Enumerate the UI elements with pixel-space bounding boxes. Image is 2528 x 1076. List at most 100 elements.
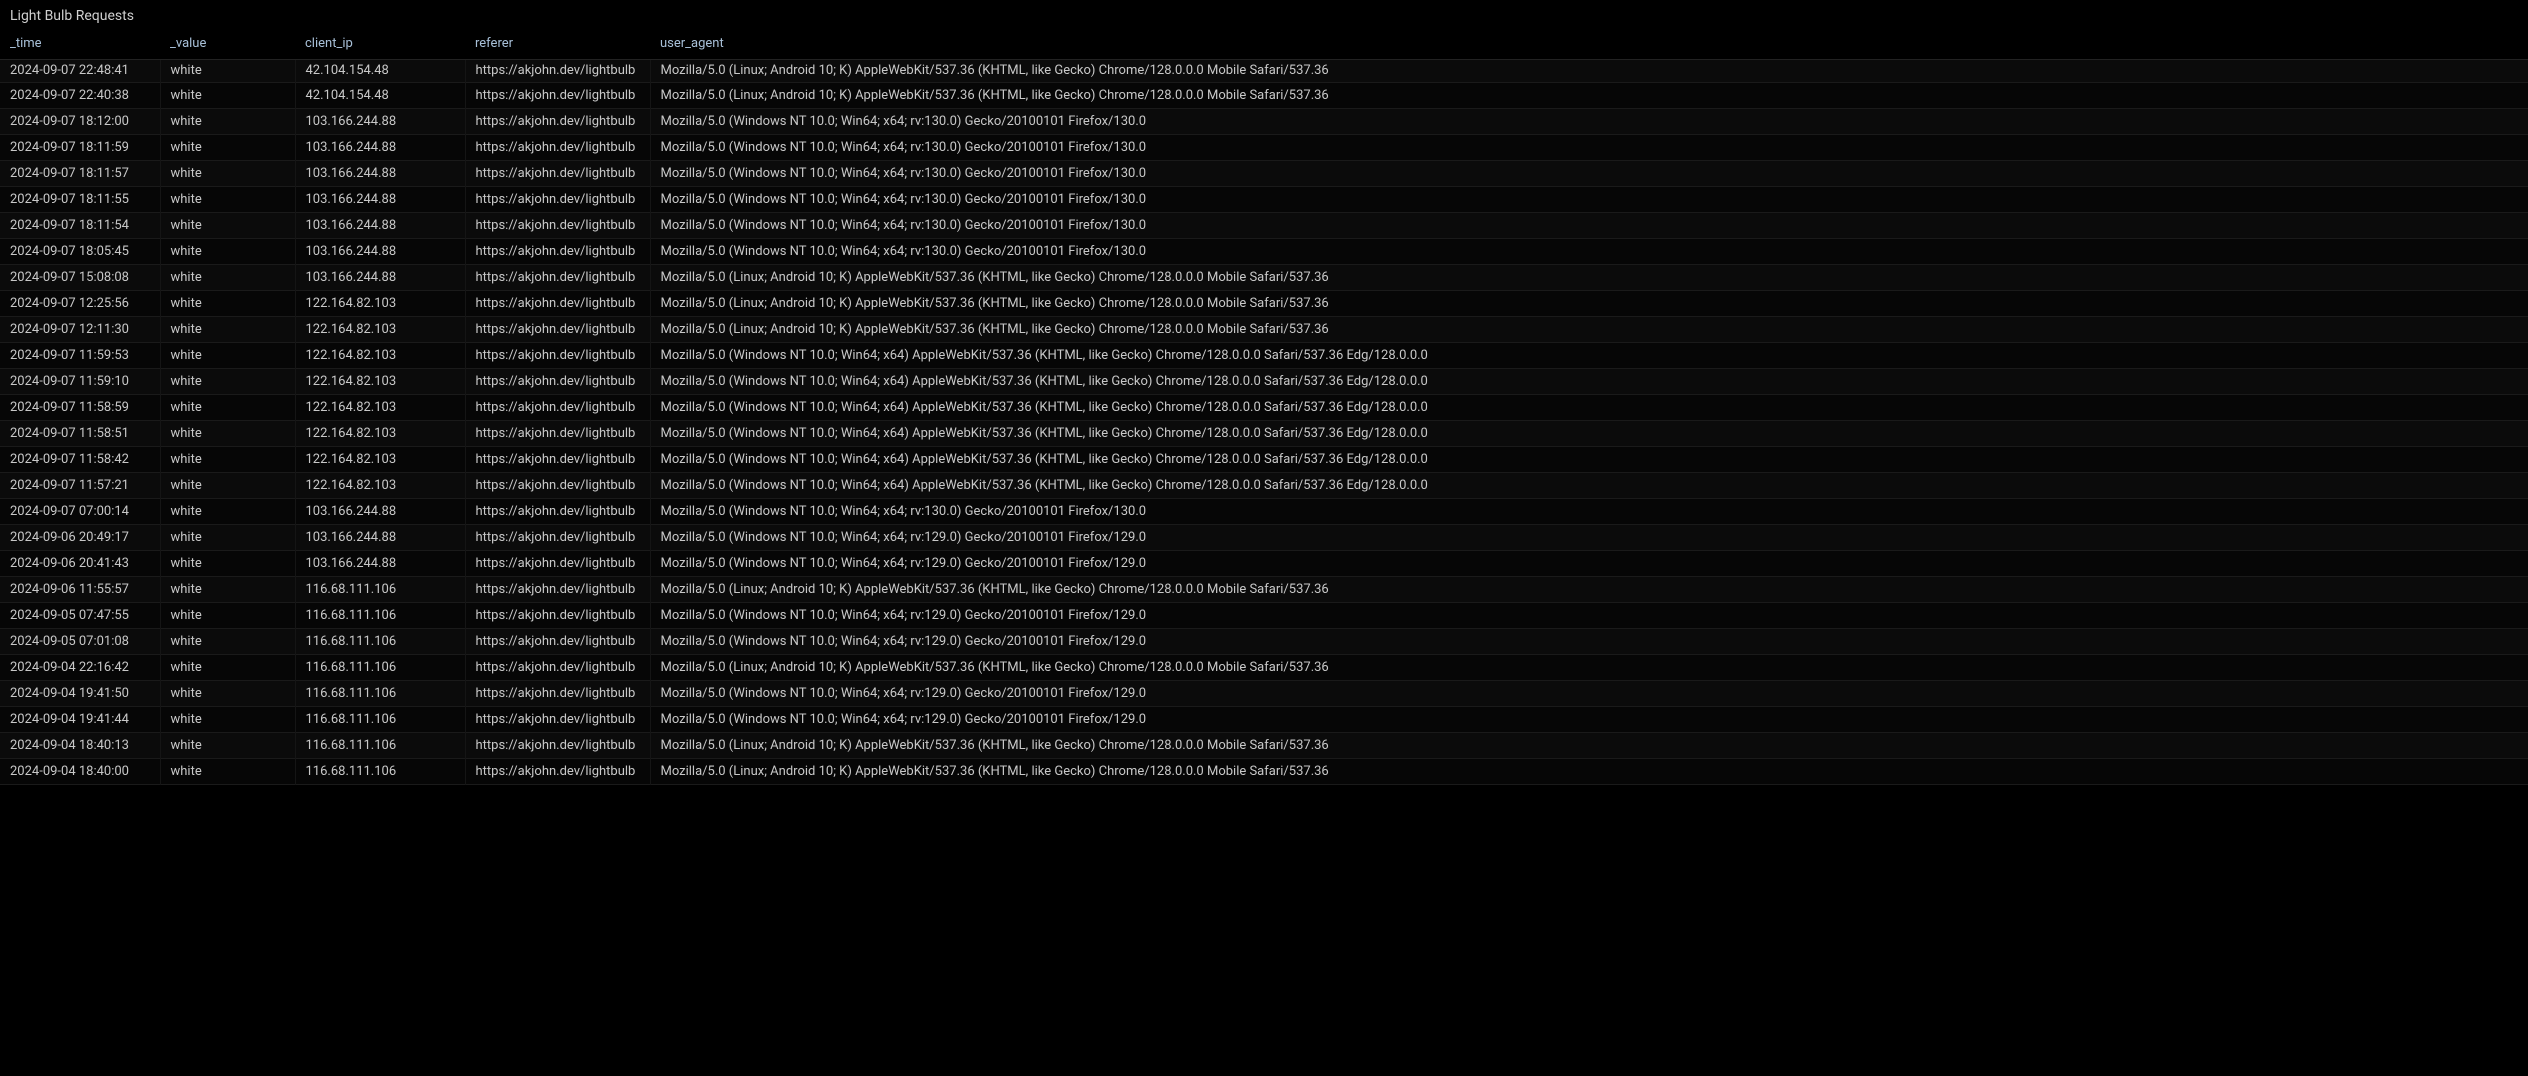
table-row[interactable]: 2024-09-07 07:00:14white103.166.244.88ht…	[0, 499, 2528, 525]
cell-client-ip: 103.166.244.88	[295, 551, 465, 577]
table-row[interactable]: 2024-09-07 22:48:41white42.104.154.48htt…	[0, 60, 2528, 83]
cell-referer: https://akjohn.dev/lightbulb	[465, 447, 650, 473]
cell-client-ip: 116.68.111.106	[295, 577, 465, 603]
cell-time: 2024-09-07 18:05:45	[0, 239, 160, 265]
cell-user-agent: Mozilla/5.0 (Windows NT 10.0; Win64; x64…	[650, 395, 2528, 421]
table-row[interactable]: 2024-09-07 12:25:56white122.164.82.103ht…	[0, 291, 2528, 317]
cell-value: white	[160, 759, 295, 785]
cell-time: 2024-09-07 18:11:55	[0, 187, 160, 213]
cell-client-ip: 116.68.111.106	[295, 733, 465, 759]
cell-client-ip: 122.164.82.103	[295, 291, 465, 317]
cell-referer: https://akjohn.dev/lightbulb	[465, 60, 650, 83]
table-row[interactable]: 2024-09-07 18:11:59white103.166.244.88ht…	[0, 135, 2528, 161]
table-row[interactable]: 2024-09-07 18:12:00white103.166.244.88ht…	[0, 109, 2528, 135]
cell-user-agent: Mozilla/5.0 (Linux; Android 10; K) Apple…	[650, 655, 2528, 681]
cell-time: 2024-09-05 07:47:55	[0, 603, 160, 629]
table-row[interactable]: 2024-09-07 12:11:30white122.164.82.103ht…	[0, 317, 2528, 343]
cell-value: white	[160, 473, 295, 499]
cell-client-ip: 122.164.82.103	[295, 343, 465, 369]
panel-title: Light Bulb Requests	[0, 0, 2528, 30]
table-row[interactable]: 2024-09-07 18:11:55white103.166.244.88ht…	[0, 187, 2528, 213]
cell-time: 2024-09-07 18:11:59	[0, 135, 160, 161]
cell-client-ip: 42.104.154.48	[295, 83, 465, 109]
table-row[interactable]: 2024-09-06 20:49:17white103.166.244.88ht…	[0, 525, 2528, 551]
table-row[interactable]: 2024-09-07 11:57:21white122.164.82.103ht…	[0, 473, 2528, 499]
table-row[interactable]: 2024-09-07 11:59:10white122.164.82.103ht…	[0, 369, 2528, 395]
cell-value: white	[160, 395, 295, 421]
cell-user-agent: Mozilla/5.0 (Windows NT 10.0; Win64; x64…	[650, 369, 2528, 395]
cell-referer: https://akjohn.dev/lightbulb	[465, 369, 650, 395]
cell-user-agent: Mozilla/5.0 (Windows NT 10.0; Win64; x64…	[650, 109, 2528, 135]
cell-referer: https://akjohn.dev/lightbulb	[465, 577, 650, 603]
cell-time: 2024-09-07 15:08:08	[0, 265, 160, 291]
cell-client-ip: 116.68.111.106	[295, 681, 465, 707]
cell-client-ip: 122.164.82.103	[295, 447, 465, 473]
cell-referer: https://akjohn.dev/lightbulb	[465, 291, 650, 317]
table-row[interactable]: 2024-09-06 11:55:57white116.68.111.106ht…	[0, 577, 2528, 603]
cell-value: white	[160, 577, 295, 603]
cell-referer: https://akjohn.dev/lightbulb	[465, 395, 650, 421]
cell-user-agent: Mozilla/5.0 (Windows NT 10.0; Win64; x64…	[650, 239, 2528, 265]
table-row[interactable]: 2024-09-04 18:40:00white116.68.111.106ht…	[0, 759, 2528, 785]
cell-client-ip: 103.166.244.88	[295, 109, 465, 135]
cell-time: 2024-09-05 07:01:08	[0, 629, 160, 655]
table-row[interactable]: 2024-09-07 11:58:51white122.164.82.103ht…	[0, 421, 2528, 447]
table-row[interactable]: 2024-09-07 18:11:54white103.166.244.88ht…	[0, 213, 2528, 239]
cell-client-ip: 122.164.82.103	[295, 369, 465, 395]
cell-time: 2024-09-07 11:58:51	[0, 421, 160, 447]
cell-time: 2024-09-07 22:48:41	[0, 60, 160, 83]
cell-client-ip: 122.164.82.103	[295, 317, 465, 343]
cell-time: 2024-09-07 11:59:53	[0, 343, 160, 369]
cell-referer: https://akjohn.dev/lightbulb	[465, 421, 650, 447]
cell-client-ip: 122.164.82.103	[295, 421, 465, 447]
table-row[interactable]: 2024-09-07 11:58:42white122.164.82.103ht…	[0, 447, 2528, 473]
cell-referer: https://akjohn.dev/lightbulb	[465, 135, 650, 161]
cell-user-agent: Mozilla/5.0 (Windows NT 10.0; Win64; x64…	[650, 499, 2528, 525]
col-header-client-ip[interactable]: client_ip	[295, 30, 465, 60]
cell-referer: https://akjohn.dev/lightbulb	[465, 629, 650, 655]
cell-time: 2024-09-04 18:40:00	[0, 759, 160, 785]
col-header-value[interactable]: _value	[160, 30, 295, 60]
cell-client-ip: 116.68.111.106	[295, 629, 465, 655]
cell-client-ip: 116.68.111.106	[295, 603, 465, 629]
col-header-user-agent[interactable]: user_agent	[650, 30, 2528, 60]
table-row[interactable]: 2024-09-07 11:58:59white122.164.82.103ht…	[0, 395, 2528, 421]
cell-client-ip: 103.166.244.88	[295, 499, 465, 525]
cell-time: 2024-09-06 11:55:57	[0, 577, 160, 603]
col-header-referer[interactable]: referer	[465, 30, 650, 60]
cell-user-agent: Mozilla/5.0 (Linux; Android 10; K) Apple…	[650, 83, 2528, 109]
table-row[interactable]: 2024-09-04 22:16:42white116.68.111.106ht…	[0, 655, 2528, 681]
cell-user-agent: Mozilla/5.0 (Linux; Android 10; K) Apple…	[650, 265, 2528, 291]
table-row[interactable]: 2024-09-05 07:01:08white116.68.111.106ht…	[0, 629, 2528, 655]
cell-time: 2024-09-07 18:11:54	[0, 213, 160, 239]
col-header-time[interactable]: _time	[0, 30, 160, 60]
table-row[interactable]: 2024-09-05 07:47:55white116.68.111.106ht…	[0, 603, 2528, 629]
cell-client-ip: 103.166.244.88	[295, 239, 465, 265]
cell-user-agent: Mozilla/5.0 (Windows NT 10.0; Win64; x64…	[650, 213, 2528, 239]
cell-value: white	[160, 265, 295, 291]
cell-referer: https://akjohn.dev/lightbulb	[465, 681, 650, 707]
table-row[interactable]: 2024-09-04 19:41:50white116.68.111.106ht…	[0, 681, 2528, 707]
cell-client-ip: 103.166.244.88	[295, 135, 465, 161]
table-row[interactable]: 2024-09-07 11:59:53white122.164.82.103ht…	[0, 343, 2528, 369]
cell-time: 2024-09-04 19:41:50	[0, 681, 160, 707]
cell-value: white	[160, 83, 295, 109]
table-row[interactable]: 2024-09-06 20:41:43white103.166.244.88ht…	[0, 551, 2528, 577]
cell-referer: https://akjohn.dev/lightbulb	[465, 83, 650, 109]
cell-value: white	[160, 629, 295, 655]
cell-time: 2024-09-04 19:41:44	[0, 707, 160, 733]
cell-user-agent: Mozilla/5.0 (Windows NT 10.0; Win64; x64…	[650, 525, 2528, 551]
table-row[interactable]: 2024-09-07 18:05:45white103.166.244.88ht…	[0, 239, 2528, 265]
table-row[interactable]: 2024-09-07 18:11:57white103.166.244.88ht…	[0, 161, 2528, 187]
cell-value: white	[160, 135, 295, 161]
cell-client-ip: 103.166.244.88	[295, 265, 465, 291]
table-row[interactable]: 2024-09-04 18:40:13white116.68.111.106ht…	[0, 733, 2528, 759]
cell-user-agent: Mozilla/5.0 (Windows NT 10.0; Win64; x64…	[650, 447, 2528, 473]
cell-referer: https://akjohn.dev/lightbulb	[465, 525, 650, 551]
table-row[interactable]: 2024-09-07 15:08:08white103.166.244.88ht…	[0, 265, 2528, 291]
cell-time: 2024-09-07 11:59:10	[0, 369, 160, 395]
cell-user-agent: Mozilla/5.0 (Windows NT 10.0; Win64; x64…	[650, 551, 2528, 577]
table-row[interactable]: 2024-09-07 22:40:38white42.104.154.48htt…	[0, 83, 2528, 109]
table-row[interactable]: 2024-09-04 19:41:44white116.68.111.106ht…	[0, 707, 2528, 733]
cell-value: white	[160, 187, 295, 213]
